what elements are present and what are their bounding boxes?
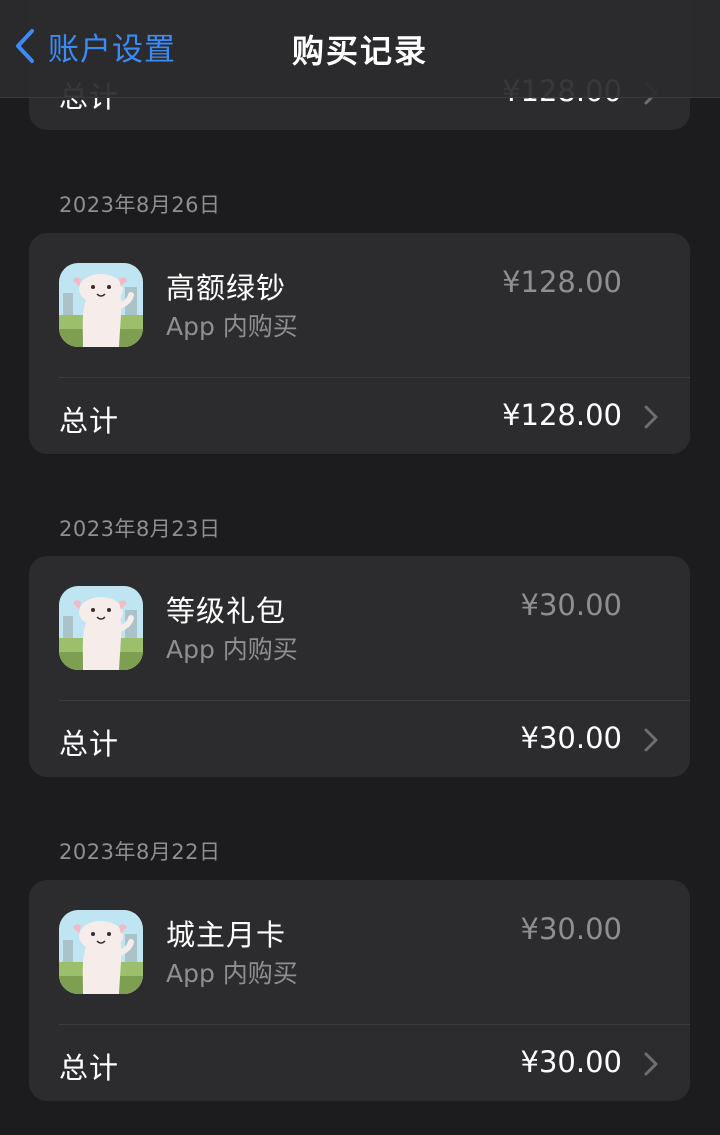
page-title: 购买记录 [291,32,428,70]
item-price: ¥30.00 [520,912,622,946]
purchase-card: 城主月卡 App 内购买 ¥30.00 总计 ¥30.00 [29,880,690,1101]
item-name: 城主月卡 [166,918,287,952]
total-row[interactable]: 总计 ¥30.00 [29,701,690,777]
total-price: ¥30.00 [520,1045,622,1079]
axolotl-app-icon [59,586,143,670]
date-header: 2023年8月22日 [59,840,221,864]
date-header: 2023年8月23日 [59,517,221,541]
purchase-card: 高额绿钞 App 内购买 ¥128.00 总计 ¥128.00 [29,233,690,454]
total-price: ¥128.00 [502,398,622,432]
total-label: 总计 [59,727,120,761]
item-type: App 内购买 [166,635,298,664]
purchase-item-row: 等级礼包 App 内购买 ¥30.00 [29,556,690,700]
item-type: App 内购买 [166,959,298,988]
item-name: 等级礼包 [166,594,287,628]
axolotl-app-icon [59,263,143,347]
purchase-item-row: 高额绿钞 App 内购买 ¥128.00 [29,233,690,377]
total-price: ¥30.00 [520,721,622,755]
item-name: 高额绿钞 [166,271,287,305]
chevron-right-icon [644,728,658,752]
axolotl-app-icon [59,910,143,994]
total-row[interactable]: 总计 ¥30.00 [29,1025,690,1101]
item-price: ¥128.00 [502,265,622,299]
purchase-card: 等级礼包 App 内购买 ¥30.00 总计 ¥30.00 [29,556,690,777]
total-row[interactable]: 总计 ¥128.00 [29,378,690,454]
date-header: 2023年8月26日 [59,193,221,217]
chevron-right-icon [644,405,658,429]
total-label: 总计 [59,1051,120,1085]
purchase-item-row: 城主月卡 App 内购买 ¥30.00 [29,880,690,1024]
chevron-right-icon [644,1052,658,1076]
item-price: ¥30.00 [520,588,622,622]
item-type: App 内购买 [166,312,298,341]
navigation-bar: 账户设置 购买记录 [0,0,720,98]
total-label: 总计 [59,404,120,438]
